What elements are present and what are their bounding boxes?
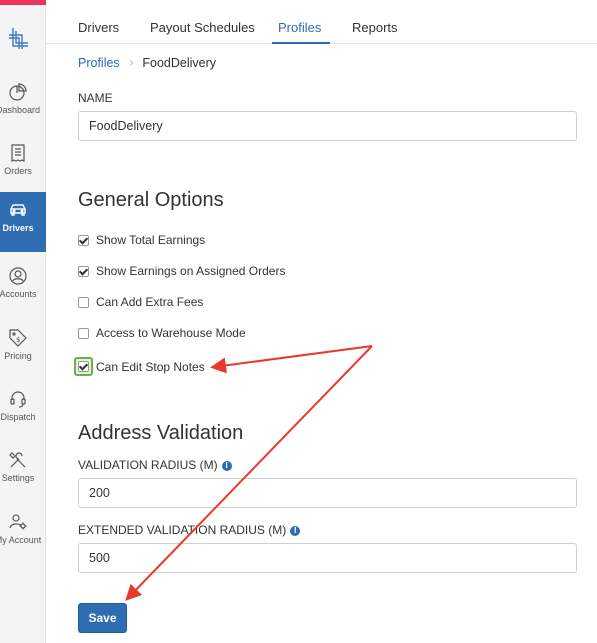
sidebar-item-label: Settings — [1, 473, 35, 483]
breadcrumb: Profiles › FoodDelivery — [78, 56, 216, 70]
save-button[interactable]: Save — [78, 603, 127, 633]
highlight-box — [74, 357, 93, 376]
sidebar-item-dispatch[interactable]: Dispatch — [0, 381, 46, 439]
option-label: Show Total Earnings — [96, 233, 206, 247]
extended-radius-label: EXTENDED VALIDATION RADIUS (m) i — [78, 523, 301, 537]
sidebar-top-accent — [0, 0, 46, 5]
sidebar-item-dashboard[interactable]: Dashboard — [0, 74, 46, 132]
validation-radius-label: VALIDATION RADIUS (m) i — [78, 458, 232, 472]
option-warehouse-mode[interactable]: Access to Warehouse Mode — [78, 326, 246, 340]
tools-icon — [9, 452, 26, 468]
sidebar-item-label: Accounts — [0, 289, 37, 299]
option-label: Access to Warehouse Mode — [96, 326, 246, 340]
option-show-total-earnings[interactable]: Show Total Earnings — [78, 233, 205, 247]
show-total-earnings-checkbox[interactable] — [78, 234, 89, 246]
sidebar-item-orders[interactable]: Orders — [0, 135, 46, 193]
extended-radius-input[interactable] — [78, 543, 577, 573]
option-can-add-extra-fees[interactable]: Can Add Extra Fees — [78, 295, 203, 309]
can-edit-stop-notes-checkbox[interactable] — [78, 361, 89, 372]
user-circle-icon — [9, 267, 27, 285]
car-icon — [10, 204, 26, 216]
main-content: Drivers Payout Schedules Profiles Report… — [46, 0, 597, 643]
info-icon[interactable]: i — [221, 460, 232, 471]
active-tab-indicator — [272, 42, 330, 44]
sidebar-item-label: Dispatch — [0, 412, 36, 422]
sidebar-item-pricing[interactable]: $ Pricing — [0, 320, 46, 378]
tab-reports[interactable]: Reports — [352, 20, 398, 35]
option-label: Can Add Extra Fees — [96, 295, 204, 309]
svg-text:$: $ — [16, 336, 20, 344]
sidebar-item-settings[interactable]: Settings — [0, 442, 46, 500]
tab-bar: Drivers Payout Schedules Profiles Report… — [46, 0, 597, 44]
tab-drivers[interactable]: Drivers — [78, 20, 119, 35]
option-label: Show Earnings on Assigned Orders — [96, 264, 286, 278]
breadcrumb-separator: › — [129, 57, 134, 69]
name-label: NAME — [78, 91, 113, 105]
tab-profiles[interactable]: Profiles — [278, 20, 321, 35]
can-add-extra-fees-checkbox[interactable] — [78, 296, 89, 308]
breadcrumb-current: FoodDelivery — [142, 56, 216, 70]
option-show-earnings-assigned[interactable]: Show Earnings on Assigned Orders — [78, 264, 285, 278]
warehouse-mode-checkbox[interactable] — [78, 327, 89, 339]
option-can-edit-stop-notes[interactable]: Can Edit Stop Notes — [74, 357, 205, 376]
sidebar-item-my-account[interactable]: My Account — [0, 504, 46, 562]
app-logo-icon[interactable] — [6, 26, 30, 52]
sidebar: Dashboard Orders Drivers Accounts $ Pric… — [0, 0, 46, 643]
tab-payout-schedules[interactable]: Payout Schedules — [150, 20, 255, 35]
breadcrumb-link-profiles[interactable]: Profiles — [78, 56, 120, 70]
option-label: Can Edit Stop Notes — [96, 359, 205, 374]
sidebar-item-label: Orders — [4, 166, 32, 176]
info-icon[interactable]: i — [290, 525, 301, 536]
show-earnings-assigned-checkbox[interactable] — [78, 265, 89, 277]
sidebar-item-label: My Account — [0, 535, 42, 545]
price-tag-icon: $ — [9, 329, 27, 347]
sidebar-item-label: Drivers — [2, 223, 34, 233]
general-options-title: General Options — [78, 189, 224, 211]
validation-radius-input[interactable] — [78, 478, 577, 508]
sidebar-item-drivers[interactable]: Drivers — [0, 192, 46, 252]
sidebar-item-accounts[interactable]: Accounts — [0, 258, 46, 316]
sidebar-item-label: Dashboard — [0, 105, 41, 115]
validation-radius-label-text: VALIDATION RADIUS (m) — [78, 458, 218, 472]
address-validation-title: Address Validation — [78, 422, 244, 444]
user-gear-icon — [9, 514, 27, 530]
pie-chart-icon — [9, 83, 27, 101]
receipt-icon — [11, 144, 25, 162]
name-input[interactable] — [78, 111, 577, 141]
headset-icon — [10, 391, 26, 408]
extended-radius-label-text: EXTENDED VALIDATION RADIUS (m) — [78, 523, 287, 537]
sidebar-item-label: Pricing — [4, 351, 32, 361]
